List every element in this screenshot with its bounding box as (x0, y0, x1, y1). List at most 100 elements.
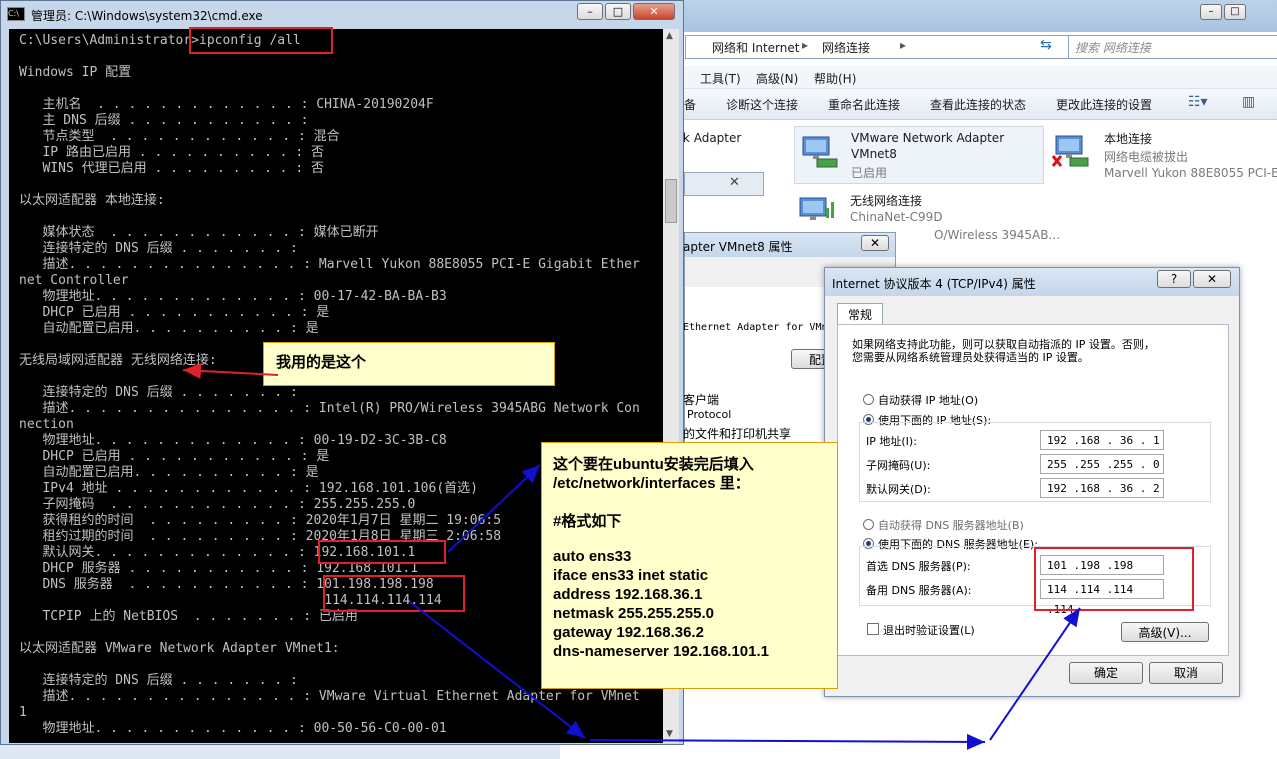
validate-checkbox[interactable] (867, 623, 879, 635)
adapter-status: 网络电缆被拔出 (1104, 150, 1189, 164)
console-line: 主机名 . . . . . . . . . . . . . : CHINA-20… (19, 97, 434, 112)
adapter-vmnet8[interactable]: VMware Network Adapter VMnet8 已启用 (794, 126, 1044, 184)
adapter-title: 无线网络连接 (850, 194, 923, 208)
console-line: IPv4 地址 . . . . . . . . . . . . : 192.16… (19, 481, 478, 496)
console-line: 1 (19, 705, 27, 720)
console-line: 物理地址. . . . . . . . . . . . . : 00-19-D2… (19, 433, 447, 448)
diagnose-connection-button[interactable]: 诊断这个连接 (726, 96, 798, 113)
adapter-description: Ethernet Adapter for VMn (683, 322, 828, 333)
advanced-button[interactable]: 高级(V)... (1121, 622, 1209, 642)
subnet-mask-field[interactable]: 255 .255 .255 . 0 (1040, 454, 1164, 474)
gateway-highlight-box (318, 540, 446, 564)
preview-pane-icon[interactable]: ▥ (1242, 94, 1255, 110)
console-line: IP 路由已启用 . . . . . . . . . . : 否 (19, 145, 324, 160)
adapter-device: Marvell Yukon 88E8055 PCI-E ... (1104, 166, 1277, 180)
console-line: 子网掩码 . . . . . . . . . . . . : 255.255.2… (19, 497, 416, 512)
console-line: nection (19, 417, 74, 432)
wireless-note: 我用的是这个 (263, 342, 555, 386)
config-note-line: dns-nameserver 192.168.101.1 (553, 643, 769, 660)
close-icon[interactable]: ✕ (1193, 270, 1231, 288)
view-options-icon[interactable]: ☷▾ (1188, 94, 1208, 110)
cancel-button[interactable]: 取消 (1149, 662, 1223, 684)
config-note: 这个要在ubuntu安装完后填入/etc/network/interfaces … (541, 442, 838, 689)
maximize-icon[interactable]: □ (605, 3, 631, 20)
adapter-local-connection[interactable]: 本地连接 网络电缆被拔出 Marvell Yukon 88E8055 PCI-E… (1052, 126, 1277, 182)
minimize-icon[interactable]: – (1200, 4, 1222, 20)
refresh-icon[interactable]: ⇆ (1040, 37, 1052, 53)
preferred-dns-label: 首选 DNS 服务器(P): (866, 560, 971, 573)
breadcrumb-network-connections[interactable]: 网络连接 (822, 39, 870, 56)
close-icon[interactable]: ✕ (633, 3, 675, 20)
tab-general[interactable]: 常规 (837, 303, 884, 325)
network-adapter-icon (1052, 135, 1089, 167)
config-note-line: address 192.168.36.1 (553, 586, 703, 603)
command-highlight-box (189, 27, 333, 54)
search-input[interactable]: 搜索 网络连接 (1068, 35, 1277, 59)
menu-help[interactable]: 帮助(H) (814, 70, 856, 87)
toolbar-partial-item[interactable]: 备 (684, 96, 696, 113)
console-line: Windows IP 配置 (19, 65, 132, 80)
adapter-title: 本地连接 (1104, 132, 1153, 146)
adapter-title: VMware Network Adapter (851, 131, 1005, 145)
breadcrumb-network-internet[interactable]: 网络和 Internet (712, 39, 799, 56)
breadcrumb-separator-icon: ▸ (802, 38, 809, 52)
cmd-titlebar: C:\ 管理员: C:\Windows\system32\cmd.exe – □… (7, 3, 675, 27)
component-item[interactable]: 的文件和打印机共享 (683, 425, 791, 442)
cmd-title: 管理员: C:\Windows\system32\cmd.exe (31, 9, 263, 23)
auto-dns-label: 自动获得 DNS 服务器地址(B) (878, 519, 1024, 532)
adapter-device: O/Wireless 3945AB... (934, 228, 1060, 242)
console-line: 物理地址. . . . . . . . . . . . . : 00-50-56… (19, 721, 447, 736)
gateway-field[interactable]: 192 .168 . 36 . 2 (1040, 478, 1164, 498)
component-item[interactable]: Protocol (687, 408, 731, 421)
wireless-adapter-icon (799, 197, 834, 220)
menu-tools[interactable]: 工具(T) (700, 70, 741, 87)
ok-button[interactable]: 确定 (1069, 662, 1143, 684)
console-line: 连接特定的 DNS 后缀 . . . . . . . : (19, 673, 298, 688)
address-bar[interactable]: 网络和 Internet ▸ 网络连接 ▸ ▼ (685, 35, 1099, 59)
scroll-up-icon[interactable]: ▲ (666, 31, 673, 41)
console-line: 以太网适配器 本地连接: (19, 193, 165, 208)
search-placeholder: 搜索 网络连接 (1075, 41, 1151, 55)
adapter-partial-title[interactable]: rk Adapter (678, 131, 741, 145)
ip-address-field[interactable]: 192 .168 . 36 . 1 (1040, 430, 1164, 450)
console-line: 主 DNS 后缀 . . . . . . . . . . . : (19, 113, 309, 128)
cmd-app-icon: C:\ (7, 7, 25, 21)
config-note-line: iface ens33 inet static (553, 567, 709, 584)
auto-dns-radio[interactable] (863, 519, 874, 530)
console-line: 节点类型 . . . . . . . . . . . . : 混合 (19, 129, 340, 144)
console-line: 连接特定的 DNS 后缀 . . . . . . . : (19, 241, 298, 256)
config-note-line: auto ens33 (553, 548, 632, 565)
rename-connection-button[interactable]: 重命名此连接 (828, 96, 900, 113)
scrollbar-thumb[interactable] (665, 179, 677, 223)
help-button[interactable]: ? (1157, 270, 1191, 288)
scroll-down-icon[interactable]: ▼ (666, 729, 673, 739)
adapter-status: ChinaNet-C99D (850, 210, 943, 224)
close-icon[interactable]: ✕ (729, 175, 740, 190)
auto-ip-radio[interactable] (863, 394, 874, 405)
adapter-title-line2: VMnet8 (851, 147, 897, 161)
breadcrumb-separator-icon: ▸ (900, 38, 907, 52)
console-line: 媒体状态 . . . . . . . . . . . . : 媒体已断开 (19, 225, 379, 240)
alternate-dns-label: 备用 DNS 服务器(A): (866, 584, 972, 597)
console-line: TCPIP 上的 NetBIOS . . . . . . . : 已启用 (19, 609, 358, 624)
config-note-line: 这个要在ubuntu安装完后填入 (553, 456, 754, 473)
change-settings-button[interactable]: 更改此连接的设置 (1056, 96, 1152, 113)
console-line: 无线局域网适配器 无线网络连接: (19, 353, 217, 368)
auto-ip-label: 自动获得 IP 地址(O) (878, 394, 979, 407)
ipv4-title: Internet 协议版本 4 (TCP/IPv4) 属性 (832, 277, 1036, 291)
close-icon[interactable]: ✕ (861, 235, 889, 251)
console-line: 物理地址. . . . . . . . . . . . . : 00-17-42… (19, 289, 447, 304)
window-controls: – □ (1200, 4, 1270, 22)
console-line: 自动配置已启用. . . . . . . . . . : 是 (19, 465, 319, 480)
component-item[interactable]: 客户端 (683, 391, 719, 408)
intro-text: 您需要从网络系统管理员处获得适当的 IP 设置。 (852, 351, 1089, 364)
minimize-icon[interactable]: – (577, 3, 603, 20)
gateway-label: 默认网关(D): (866, 483, 931, 496)
config-note-line: #格式如下 (553, 513, 622, 530)
console-line: 描述. . . . . . . . . . . . . . . : Marvel… (19, 257, 640, 272)
maximize-icon[interactable]: □ (1224, 4, 1246, 20)
view-status-button[interactable]: 查看此连接的状态 (930, 96, 1026, 113)
menu-advanced[interactable]: 高级(N) (756, 70, 798, 87)
subnet-mask-label: 子网掩码(U): (866, 459, 931, 472)
config-note-line: /etc/network/interfaces 里： (553, 475, 750, 492)
